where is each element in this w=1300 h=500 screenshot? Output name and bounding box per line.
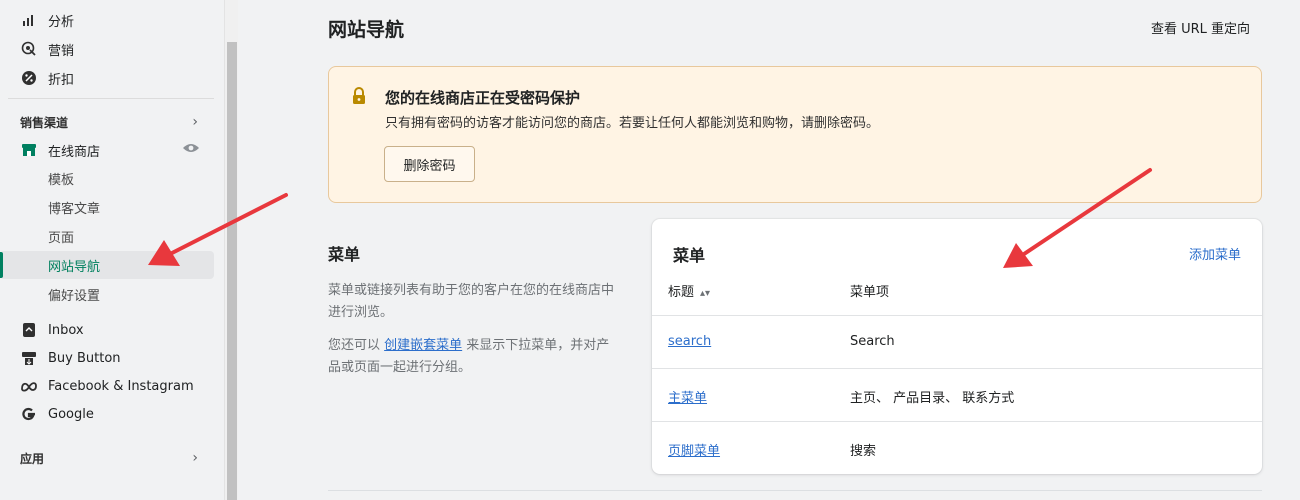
sidebar-item-inbox[interactable]: Inbox — [0, 316, 214, 344]
subitem-label: 页面 — [48, 230, 75, 246]
chevron-right-icon: › — [192, 114, 198, 130]
sidebar-subitem-preferences[interactable]: 偏好设置 — [0, 280, 214, 308]
sales-channels-header[interactable]: 销售渠道 › — [0, 109, 214, 135]
google-icon — [20, 405, 38, 423]
lock-icon — [351, 87, 367, 105]
row-divider — [652, 421, 1262, 422]
buy-button-icon — [20, 349, 38, 367]
sidebar-item-label: 营销 — [48, 43, 75, 59]
subitem-label: 偏好设置 — [48, 288, 101, 304]
page-title: 网站导航 — [328, 19, 405, 41]
menu-items-cell: 搜索 — [850, 444, 877, 459]
sidebar-item-google[interactable]: Google — [0, 400, 214, 428]
sidebar-item-buy-button[interactable]: Buy Button — [0, 344, 214, 372]
inbox-icon — [20, 321, 38, 339]
eye-icon[interactable] — [182, 142, 200, 158]
sidebar-item-label: Facebook & Instagram — [48, 378, 194, 394]
sidebar-subitem-pages[interactable]: 页面 — [0, 222, 214, 250]
menu-items-cell: Search — [850, 334, 895, 349]
sidebar: 分析 营销 折扣 销售渠道 › 在线商店 模板 博客文章 页面 网站导航 偏好设… — [0, 0, 224, 500]
menus-card: 菜单 添加菜单 标题 ▴▾ 菜单项 search Search 主菜单 主页、 产… — [652, 219, 1262, 474]
apps-header[interactable]: 应用 › — [0, 445, 214, 471]
discount-icon — [20, 69, 38, 87]
divider — [8, 98, 214, 99]
remove-password-button[interactable]: 删除密码 — [384, 146, 475, 182]
banner-title: 您的在线商店正在受密码保护 — [385, 89, 581, 107]
create-nested-menu-link[interactable]: 创建嵌套菜单 — [384, 338, 462, 353]
meta-icon — [20, 377, 38, 395]
menus-section-title: 菜单 — [328, 245, 361, 264]
sidebar-subitem-blog-posts[interactable]: 博客文章 — [0, 193, 214, 221]
sidebar-item-label: Google — [48, 406, 94, 422]
sidebar-item-label: 在线商店 — [48, 144, 101, 160]
sort-icon: ▴▾ — [700, 288, 711, 299]
menu-title-link[interactable]: 页脚菜单 — [668, 440, 720, 459]
sidebar-item-marketing[interactable]: 营销 — [0, 35, 214, 63]
password-protection-banner: 您的在线商店正在受密码保护 只有拥有密码的访客才能访问您的商店。若要让任何人都能… — [328, 66, 1262, 203]
sidebar-item-label: 折扣 — [48, 72, 75, 88]
menu-title-link[interactable]: search — [668, 334, 711, 349]
subitem-label: 博客文章 — [48, 201, 101, 217]
sidebar-item-analytics[interactable]: 分析 — [0, 6, 214, 34]
menus-description: 菜单或链接列表有助于您的客户在您的在线商店中进行浏览。 — [328, 283, 615, 320]
sidebar-item-discounts[interactable]: 折扣 — [0, 64, 214, 92]
sidebar-item-online-store[interactable]: 在线商店 — [0, 136, 214, 164]
column-header-title[interactable]: 标题 ▴▾ — [668, 281, 710, 300]
sidebar-item-label: 分析 — [48, 14, 75, 30]
sidebar-item-label: Inbox — [48, 322, 84, 338]
row-divider — [652, 368, 1262, 369]
subitem-label: 模板 — [48, 172, 75, 188]
menu-items-cell: 主页、 产品目录、 联系方式 — [850, 391, 1015, 406]
desc-text: 您还可以 — [328, 338, 385, 353]
sidebar-scrollbar[interactable] — [224, 0, 238, 500]
add-menu-link[interactable]: 添加菜单 — [1189, 244, 1241, 263]
chevron-right-icon: › — [192, 450, 198, 466]
store-icon — [20, 141, 38, 159]
card-title: 菜单 — [673, 246, 706, 265]
section-label: 应用 — [20, 451, 45, 466]
nested-menu-description: 您还可以 创建嵌套菜单 来显示下拉菜单，并对产品或页面一起进行分组。 — [328, 335, 618, 379]
subitem-label: 网站导航 — [48, 259, 101, 275]
column-label: 标题 — [668, 285, 695, 300]
sidebar-item-label: Buy Button — [48, 350, 121, 366]
sidebar-subitem-navigation[interactable]: 网站导航 — [0, 251, 214, 279]
active-indicator — [0, 252, 3, 278]
column-header-menu-items: 菜单项 — [850, 285, 890, 300]
row-divider — [652, 315, 1262, 316]
sidebar-subitem-themes[interactable]: 模板 — [0, 164, 214, 192]
scrollbar-thumb[interactable] — [227, 42, 237, 500]
bar-chart-icon — [20, 11, 38, 29]
banner-description: 只有拥有密码的访客才能访问您的商店。若要让任何人都能浏览和购物，请删除密码。 — [385, 116, 880, 131]
view-url-redirects-link[interactable]: 查看 URL 重定向 — [1151, 18, 1250, 37]
target-icon — [20, 40, 38, 58]
section-divider — [328, 490, 1262, 491]
menu-title-link[interactable]: 主菜单 — [668, 387, 707, 406]
section-label: 销售渠道 — [20, 115, 69, 130]
sidebar-item-facebook-instagram[interactable]: Facebook & Instagram — [0, 372, 214, 400]
